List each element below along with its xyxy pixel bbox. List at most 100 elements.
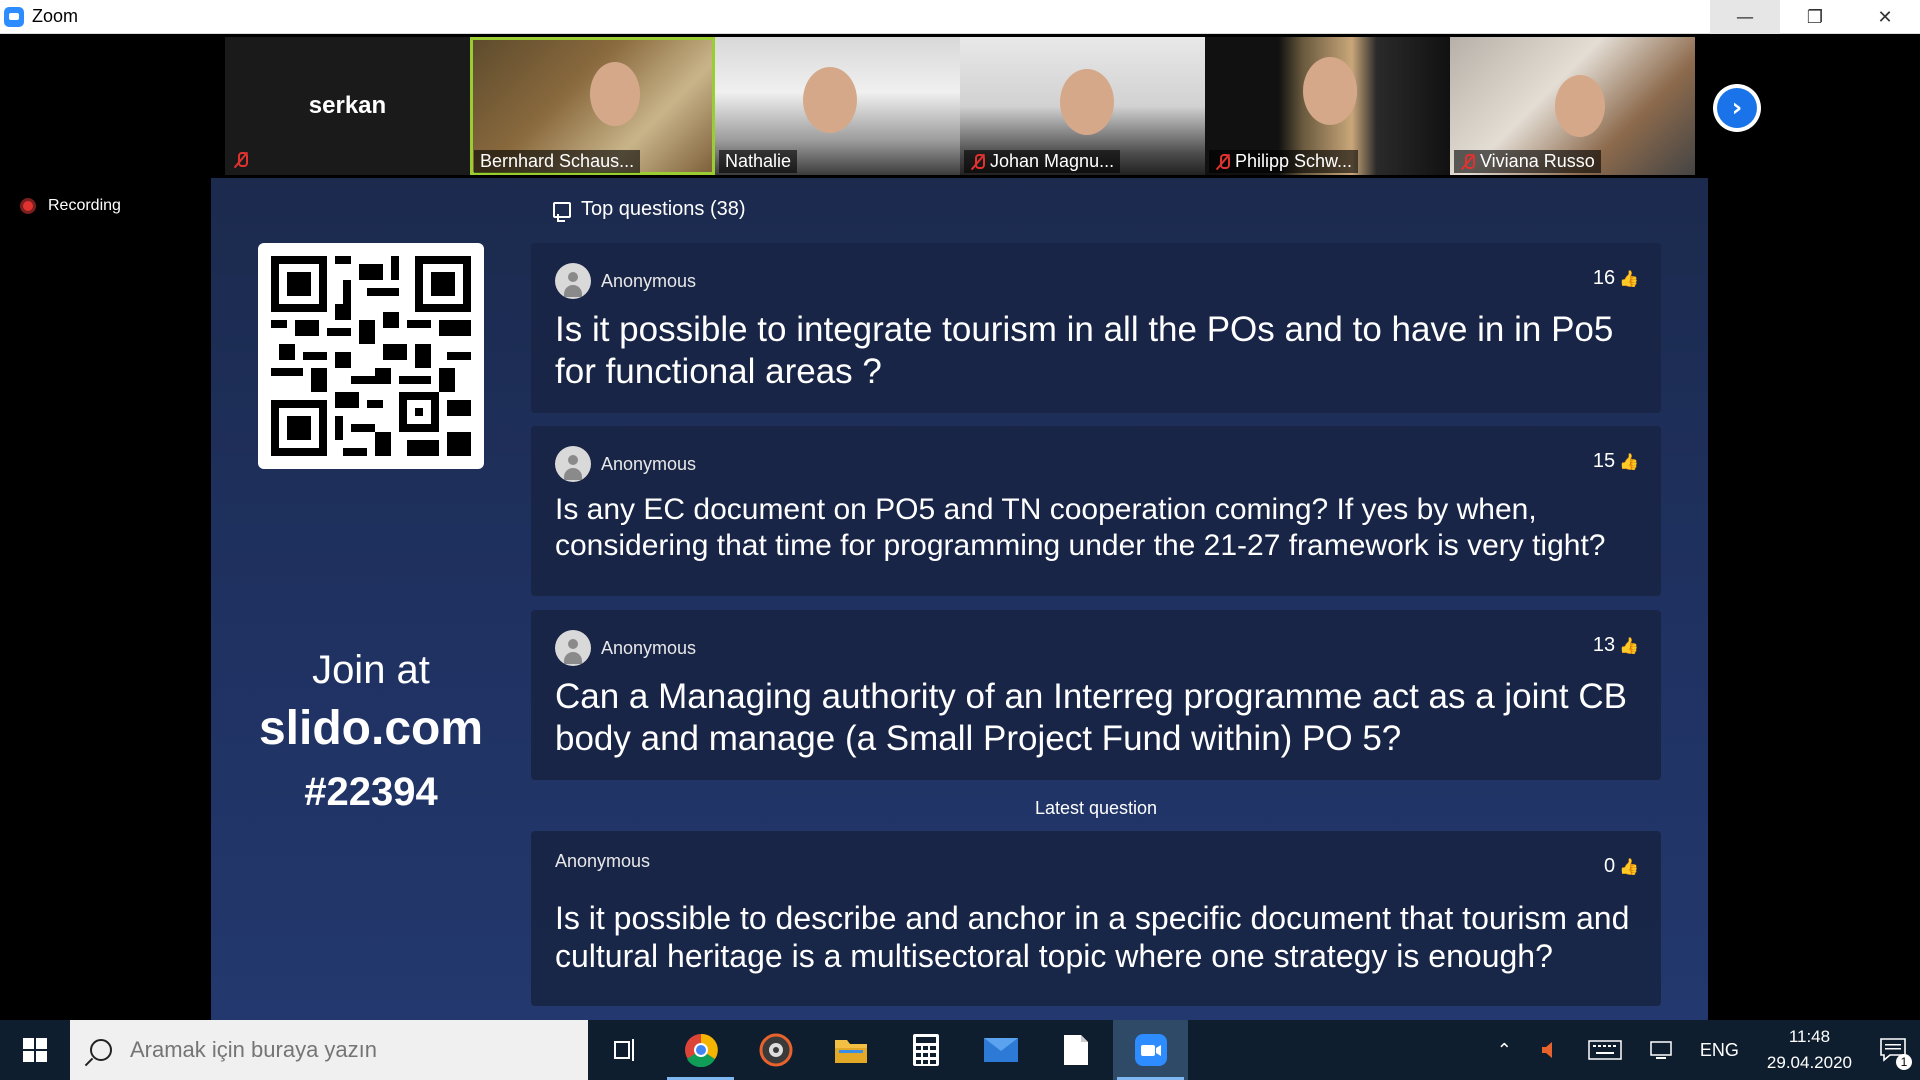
chevron-up-icon: ⌃ — [1496, 1039, 1512, 1060]
participant-label: Philipp Schw... — [1209, 150, 1359, 173]
question-text: Is it possible to describe and anchor in… — [555, 900, 1630, 974]
top-questions-label: Top questions (38) — [581, 198, 746, 220]
participant-tile[interactable]: Johan Magnu... — [960, 37, 1205, 175]
taskbar-notepad[interactable] — [1038, 1020, 1113, 1080]
question-author: Anonymous — [555, 630, 696, 666]
keyboard-icon — [1588, 1040, 1622, 1060]
participant-label: Johan Magnu... — [964, 150, 1121, 173]
display-button[interactable] — [1636, 1020, 1686, 1080]
taskbar-zoom[interactable] — [1113, 1020, 1188, 1080]
clock-date: 29.04.2020 — [1766, 1053, 1852, 1072]
input-language[interactable]: ENG — [1686, 1020, 1753, 1080]
title-bar: Zoom — ❐ ✕ — [0, 0, 1920, 34]
author-name: Anonymous — [601, 453, 697, 474]
participant-tile[interactable]: Viviana Russo — [1450, 37, 1695, 175]
folder-icon — [834, 1040, 867, 1063]
taskbar-file-explorer[interactable] — [813, 1020, 888, 1080]
task-view-button[interactable] — [588, 1020, 663, 1080]
participant-tile[interactable]: Nathalie — [715, 37, 960, 175]
close-button[interactable]: ✕ — [1850, 0, 1920, 34]
participant-name: serkan — [308, 92, 387, 119]
window-controls: — ❐ ✕ — [1710, 0, 1920, 34]
participant-name: Johan Magnu... — [990, 151, 1115, 171]
participant-label: Bernhard Schaus... — [474, 150, 641, 173]
action-center-button[interactable]: 1 — [1866, 1020, 1920, 1080]
taskbar-media-app[interactable] — [738, 1020, 813, 1080]
like-count-value: 0 — [1603, 855, 1616, 877]
minimize-button[interactable]: — — [1710, 0, 1780, 34]
chat-bubble-icon — [553, 201, 571, 222]
qr-code-icon — [271, 256, 471, 456]
like-count-value: 16 — [1592, 267, 1616, 289]
taskbar-chrome[interactable] — [663, 1020, 738, 1080]
system-clock[interactable]: 11:48 29.04.2020 — [1753, 1024, 1866, 1076]
question-card: Anonymous 16 👍 Is it possible to integrat… — [531, 243, 1661, 413]
zoom-icon — [1134, 1034, 1167, 1066]
show-hidden-icons-button[interactable]: ⌃ — [1483, 1020, 1526, 1080]
task-view-icon — [613, 1039, 634, 1061]
author-name: Anonymous — [601, 637, 697, 658]
participant-name: Philipp Schw... — [1235, 151, 1353, 171]
like-count-value: 15 — [1592, 450, 1616, 472]
notification-count: 1 — [1896, 1054, 1912, 1070]
next-page-button[interactable]: › — [1713, 84, 1761, 132]
chrome-icon — [684, 1033, 718, 1067]
volume-button[interactable] — [1526, 1020, 1574, 1080]
author-name: Anonymous — [601, 270, 697, 291]
taskbar-calculator[interactable] — [888, 1020, 963, 1080]
like-count: 15 👍 — [1593, 450, 1639, 473]
volume-muted-icon — [1541, 1042, 1552, 1058]
taskbar-search[interactable] — [70, 1020, 588, 1080]
mic-muted-icon — [1215, 153, 1231, 171]
clock-time: 11:48 — [1788, 1027, 1831, 1046]
author-name: Anonymous — [555, 851, 651, 871]
like-count: 13 👍 — [1593, 634, 1639, 657]
like-count-value: 13 — [1592, 634, 1616, 656]
question-author: Anonymous — [555, 263, 696, 299]
chevron-right-icon: › — [1717, 88, 1757, 128]
participant-name: Viviana Russo — [1480, 151, 1595, 171]
search-input[interactable] — [130, 1037, 530, 1063]
shared-screen-slido: Join at slido.com #22394 Top questions (… — [211, 178, 1708, 1020]
disc-icon — [759, 1033, 792, 1067]
mail-icon — [983, 1038, 1018, 1062]
avatar-icon — [555, 263, 591, 299]
like-count: 0 👍 — [1604, 855, 1639, 878]
avatar-icon — [555, 446, 591, 482]
participant-tile[interactable]: serkan — [225, 37, 470, 175]
avatar-icon — [555, 630, 591, 666]
mic-muted-icon — [1460, 153, 1476, 171]
event-code: #22394 — [304, 770, 438, 814]
recording-label: Recording — [48, 197, 121, 214]
participant-tile[interactable]: Philipp Schw... — [1205, 37, 1450, 175]
question-author: Anonymous — [555, 851, 650, 872]
restore-button[interactable]: ❐ — [1780, 0, 1850, 34]
participant-name: Bernhard Schaus... — [480, 151, 635, 171]
document-icon — [1063, 1035, 1088, 1065]
participant-label: Nathalie — [719, 150, 798, 173]
question-card: Anonymous 13 👍 Can a Managing authority o… — [531, 610, 1661, 780]
thumbs-up-icon: 👍 — [1619, 858, 1639, 876]
question-text: Can a Managing authority of an Interreg … — [555, 677, 1627, 758]
mic-muted-icon — [233, 151, 249, 169]
recording-indicator[interactable]: Recording — [20, 197, 121, 215]
participant-name: Nathalie — [725, 151, 792, 171]
qr-code — [258, 243, 484, 469]
join-url: slido.com — [258, 702, 484, 755]
keyboard-button[interactable] — [1574, 1020, 1636, 1080]
system-tray: ⌃ ENG 11:48 29.04.2020 1 — [1483, 1020, 1920, 1080]
participant-tile-active[interactable]: Bernhard Schaus... — [470, 37, 715, 175]
join-instructions: Join at slido.com #22394 — [211, 648, 531, 815]
top-questions-header: Top questions (38) — [553, 198, 746, 222]
taskbar-mail[interactable] — [963, 1020, 1038, 1080]
question-card: Anonymous 15 👍 Is any EC document on PO5 … — [531, 426, 1661, 596]
like-count: 16 👍 — [1593, 267, 1639, 290]
question-text: Is it possible to integrate tourism in a… — [555, 310, 1614, 391]
search-icon — [90, 1039, 112, 1061]
start-button[interactable] — [0, 1020, 70, 1080]
participant-strip: serkan Bernhard Schaus... Nathalie Johan… — [225, 37, 1695, 175]
mic-muted-icon — [970, 153, 986, 171]
thumbs-up-icon: 👍 — [1619, 637, 1639, 655]
calculator-icon — [912, 1034, 939, 1066]
latest-question-label: Latest question — [1034, 798, 1158, 818]
